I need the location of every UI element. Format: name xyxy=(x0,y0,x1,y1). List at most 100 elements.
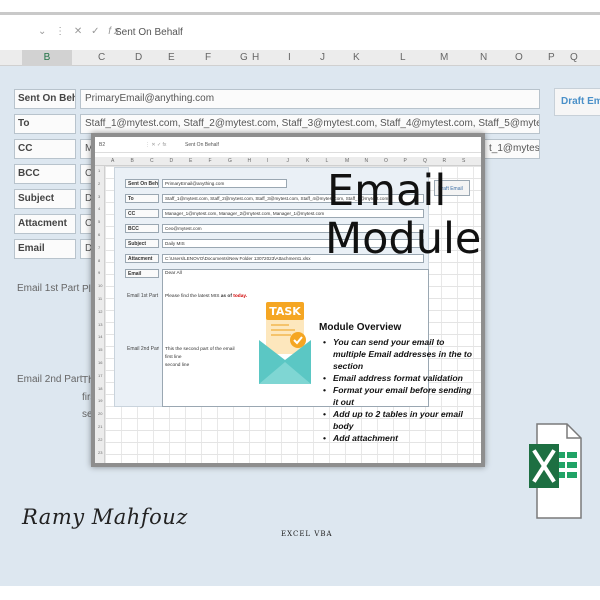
bg-draft-email-button[interactable]: Draft Emai xyxy=(554,88,600,116)
column-header-j[interactable]: J xyxy=(320,52,325,63)
window-row-header-15[interactable]: 15 xyxy=(98,347,102,352)
window-email-greeting: Dear All xyxy=(165,271,182,276)
column-header-d[interactable]: D xyxy=(135,52,142,63)
window-column-header: A B C D E F G H I J K L M N O P Q R S xyxy=(95,157,481,166)
window-column-header-b[interactable]: B xyxy=(131,158,134,164)
column-header-f[interactable]: F xyxy=(205,52,211,63)
column-header-b[interactable]: B xyxy=(22,50,72,66)
column-header-q[interactable]: Q xyxy=(570,52,578,63)
column-header-m[interactable]: M xyxy=(440,52,448,63)
window-row-header-5[interactable]: 5 xyxy=(98,219,100,224)
column-header-g[interactable]: G xyxy=(240,52,248,63)
window-name-box[interactable]: B2 xyxy=(99,142,105,148)
window-row-header-3[interactable]: 3 xyxy=(98,194,100,199)
footer-label: EXCEL VBA xyxy=(281,530,333,538)
window-column-header-n[interactable]: N xyxy=(365,158,369,164)
bg-cc-field-right[interactable]: t_1@mytest.com xyxy=(484,139,540,159)
module-overview: Module Overview You can send your email … xyxy=(319,322,479,444)
window-row-header-17[interactable]: 17 xyxy=(98,373,102,378)
formula-value[interactable]: Sent On Behalf xyxy=(115,27,183,38)
window-row-header-23[interactable]: 23 xyxy=(98,450,102,455)
window-row-header-8[interactable]: 8 xyxy=(98,258,100,263)
window-column-header-c[interactable]: C xyxy=(150,158,154,164)
window-column-header-e[interactable]: E xyxy=(189,158,192,164)
window-column-header-g[interactable]: G xyxy=(228,158,232,164)
bg-label-email: Email xyxy=(14,239,76,259)
window-email-2nd-part-line1: This the second part of the email xyxy=(165,347,235,352)
window-row-header-2[interactable]: 2 xyxy=(98,181,100,186)
overview-item: Format your email before sending it out xyxy=(319,384,479,408)
window-email-1st-part-text: Please find the latest MIS as of today. xyxy=(165,294,248,299)
column-header-k[interactable]: K xyxy=(353,52,360,63)
column-header-i[interactable]: I xyxy=(288,52,291,63)
window-label-attachment: Attacment xyxy=(125,254,159,263)
window-label-email-1st-part: Email 1st Part xyxy=(127,293,159,299)
window-row-header-13[interactable]: 13 xyxy=(98,322,102,327)
window-sent-on-behalf-field[interactable]: PrimaryEmail@anything.com xyxy=(162,179,287,188)
bg-label-bcc: BCC xyxy=(14,164,76,184)
window-column-header-l[interactable]: L xyxy=(326,158,329,164)
window-row-header-16[interactable]: 16 xyxy=(98,360,102,365)
bg-to-field[interactable]: Staff_1@mytest.com, Staff_2@mytest.com, … xyxy=(80,114,540,134)
formula-controls: ⌄ ⋮ ✕ ✓ fx xyxy=(38,26,123,37)
window-row-header: 1 2 3 4 5 6 7 8 9 10 11 12 13 14 15 16 17 18 19 20 21 22 23 xyxy=(95,166,105,463)
window-column-header-q[interactable]: Q xyxy=(423,158,427,164)
column-header-p[interactable]: P xyxy=(548,52,555,63)
window-column-header-r[interactable]: R xyxy=(443,158,447,164)
window-row-header-19[interactable]: 19 xyxy=(98,398,102,403)
window-label-cc: CC xyxy=(125,209,159,218)
window-row-header-4[interactable]: 4 xyxy=(98,206,100,211)
author-signature: Ramy Mahfouz xyxy=(22,505,188,529)
column-header-n[interactable]: N xyxy=(480,52,487,63)
overview-item: Email address format validation xyxy=(319,372,479,384)
bg-label-cc: CC xyxy=(14,139,76,159)
module-title: Email Module xyxy=(325,167,481,263)
window-row-header-18[interactable]: 18 xyxy=(98,386,102,391)
excel-logo-icon xyxy=(529,423,582,519)
window-row-header-10[interactable]: 10 xyxy=(98,283,102,288)
top-border xyxy=(0,12,600,15)
bg-label-sent-on-behalf: Sent On Behalf xyxy=(14,89,76,109)
window-column-header-i[interactable]: I xyxy=(267,158,268,164)
column-header-h[interactable]: H xyxy=(252,52,259,63)
window-column-header-m[interactable]: M xyxy=(345,158,349,164)
window-row-header-1[interactable]: 1 xyxy=(98,168,100,173)
window-label-email: Email xyxy=(125,269,159,278)
column-header-e[interactable]: E xyxy=(168,52,175,63)
column-header-c[interactable]: C xyxy=(98,52,105,63)
window-column-header-d[interactable]: D xyxy=(170,158,174,164)
window-column-header-h[interactable]: H xyxy=(248,158,252,164)
column-header-l[interactable]: L xyxy=(400,52,406,63)
task-label: TASK xyxy=(269,305,301,318)
window-column-header-f[interactable]: F xyxy=(209,158,212,164)
window-label-to: To xyxy=(125,194,159,203)
excel-window-content: B2 ⋮ ✕ ✓ fx Sent On Behalf A B C D E F G H I J K L M… xyxy=(95,137,481,463)
bg-label-subject: Subject xyxy=(14,189,76,209)
window-column-header-s[interactable]: S xyxy=(462,158,465,164)
window-column-header-p[interactable]: P xyxy=(404,158,407,164)
window-row-header-21[interactable]: 21 xyxy=(98,424,102,429)
window-row-header-6[interactable]: 6 xyxy=(98,232,100,237)
column-header-o[interactable]: O xyxy=(515,52,523,63)
window-row-header-9[interactable]: 9 xyxy=(98,270,100,275)
window-column-header-a[interactable]: A xyxy=(111,158,114,164)
overview-item: Add up to 2 tables in your email body xyxy=(319,408,479,432)
window-row-header-7[interactable]: 7 xyxy=(98,245,100,250)
window-email-2nd-part-line2: first line xyxy=(165,355,182,360)
window-formula-value[interactable]: Sent On Behalf xyxy=(185,142,219,148)
bg-sent-on-behalf-field[interactable]: PrimaryEmail@anything.com xyxy=(80,89,540,109)
task-envelope-icon: TASK xyxy=(259,302,311,384)
window-column-header-o[interactable]: O xyxy=(384,158,388,164)
window-column-header-k[interactable]: K xyxy=(306,158,309,164)
excel-window: B2 ⋮ ✕ ✓ fx Sent On Behalf A B C D E F G H I J K L M… xyxy=(91,133,485,467)
window-label-subject: Subject xyxy=(125,239,159,248)
window-label-email-2nd-part: Email 2nd Part xyxy=(127,346,159,352)
bg-label-to: To xyxy=(14,114,76,134)
window-column-header-j[interactable]: J xyxy=(287,158,290,164)
window-row-header-22[interactable]: 22 xyxy=(98,437,102,442)
window-row-header-14[interactable]: 14 xyxy=(98,334,102,339)
window-row-header-12[interactable]: 12 xyxy=(98,309,102,314)
overview-item: You can send your email to multiple Emai… xyxy=(319,336,479,372)
window-row-header-20[interactable]: 20 xyxy=(98,411,102,416)
window-row-header-11[interactable]: 11 xyxy=(98,296,102,301)
